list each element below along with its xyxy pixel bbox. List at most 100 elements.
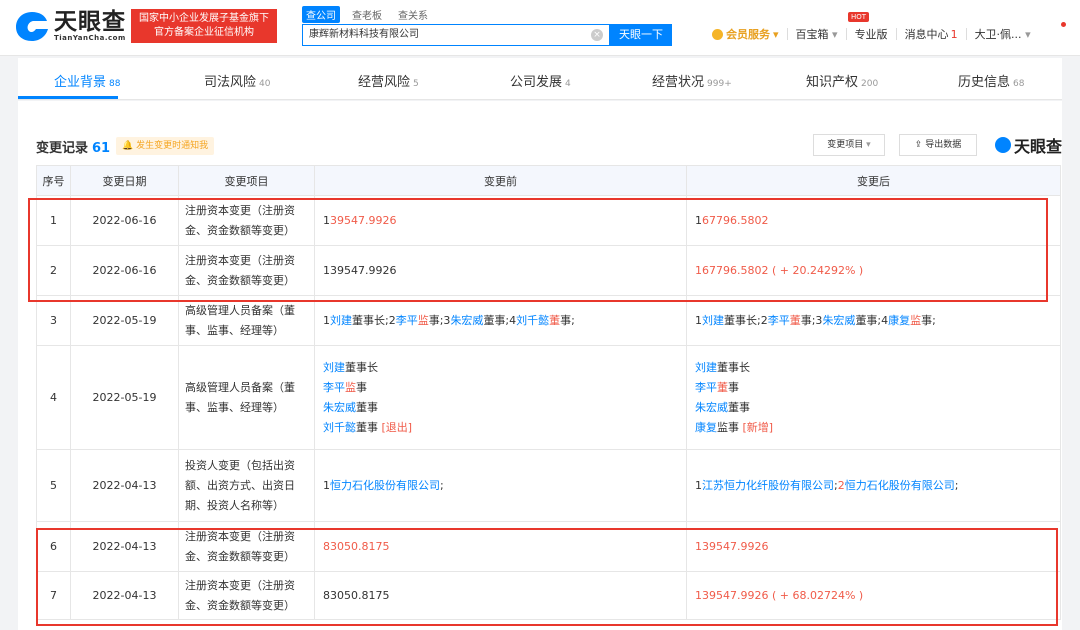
search-input-value: 康辉新材料科技有限公司 — [309, 29, 419, 40]
tab-label: 公司发展 — [510, 75, 563, 90]
entity-link[interactable]: 朱宏威 — [695, 401, 728, 414]
entity-link[interactable]: 刘千懿 — [516, 314, 549, 327]
search-tab-relation[interactable]: 查关系 — [394, 6, 432, 23]
crown-icon — [712, 28, 723, 40]
entity-link[interactable]: 李平 — [396, 314, 418, 327]
cell-text: 董事长 — [345, 360, 378, 374]
cell-text: 139547.9926 — [323, 263, 397, 277]
cell-after: 167796.5802 — [686, 195, 1061, 246]
message-center[interactable]: 消息中心 1 — [905, 26, 958, 42]
cell-text: 67796.5802 — [702, 213, 769, 227]
filter-label: 变更项目 — [827, 140, 864, 150]
cell-text: ; — [440, 478, 444, 492]
cell-text: 监 — [910, 313, 922, 327]
entity-link[interactable]: 恒力石化股份有限公司 — [845, 479, 955, 492]
search-input[interactable]: 康辉新材料科技有限公司 × — [302, 24, 610, 46]
entity-link[interactable]: 刘建 — [330, 314, 352, 327]
divider — [786, 28, 788, 40]
table-row: 5 2022-04-13 投资人变更（包括出资额、出资方式、出资日期、投资人名称等）… — [36, 449, 1061, 522]
entity-link[interactable]: 康复 — [888, 314, 910, 327]
top-header: 天眼查 TianYanCha.com 国家中小企业发展子基金旗下 官方备案企业征… — [0, 0, 1080, 56]
entity-link[interactable]: 李平 — [323, 381, 345, 394]
company-tabs: 企业背景 88 司法风险 40 经营风险 5 公司发展 4 经营状况 999+ 知识产权 2… — [18, 58, 1062, 100]
pro-link[interactable]: 专业版 — [855, 26, 888, 42]
table-row: 4 2022-05-19 高级管理人员备案（董事、监事、经理等） 刘建董事长 李平监事朱… — [36, 345, 1061, 450]
cell-before: 1恒力石化股份有限公司; — [314, 449, 687, 522]
cell-index: 5 — [36, 449, 71, 522]
cell-change-item: 注册资本变更（注册资金、资金数额等变更） — [178, 245, 315, 296]
cell-text: ; — [954, 478, 959, 492]
cell-change-item: 注册资本变更（注册资金、资金数额等变更） — [178, 521, 315, 572]
cell-line: 83050.8175 — [323, 537, 678, 557]
cell-line: 139547.9926 — [323, 261, 678, 281]
table-row: 2 2022-06-16 注册资本变更（注册资金、资金数额等变更） 139547.99… — [36, 245, 1061, 296]
table-body: 1 2022-06-16 注册资本变更（注册资金、资金数额等变更） 139547.99… — [36, 195, 1061, 620]
divider — [965, 28, 967, 40]
tab-count: 40 — [259, 79, 271, 89]
cell-before: 刘建董事长 李平监事 朱宏威董事 刘千懿董事 [退出] — [314, 345, 687, 450]
entity-link[interactable]: 江苏恒力化纤股份有限公司 — [702, 479, 834, 492]
notify-button[interactable]: 🔔 发生变更时通知我 — [116, 137, 215, 155]
entity-link[interactable]: 朱宏威 — [450, 314, 483, 327]
entity-link[interactable]: 康复 — [695, 421, 717, 434]
cell-date: 2022-04-13 — [70, 571, 179, 620]
cell-after: 139547.9926 — [686, 521, 1061, 572]
tab-history[interactable]: 历史信息 68 — [958, 71, 1024, 90]
entity-link[interactable]: 刘建 — [323, 361, 345, 374]
cell-text: [新增] — [742, 420, 774, 434]
tab-count: 200 — [861, 79, 879, 89]
gov-badge-line2: 官方备案企业征信机构 — [154, 27, 254, 38]
cell-text: 事;3 — [800, 313, 823, 327]
search-tab-company[interactable]: 查公司 — [302, 6, 340, 23]
active-tab-indicator — [18, 96, 118, 99]
change-type-filter[interactable]: 变更项目 ▾ — [813, 134, 885, 156]
cell-text: 董 — [789, 313, 801, 327]
cell-line: 李平监事 — [323, 378, 678, 398]
tab-operations[interactable]: 经营状况 999+ — [652, 71, 732, 90]
cell-text: 83050.8175 — [323, 588, 390, 602]
entity-link[interactable]: 朱宏威 — [323, 401, 356, 414]
search-tab-boss[interactable]: 查老板 — [348, 6, 386, 23]
cell-line: 139547.9926 ( + 68.02724% ) — [695, 586, 1052, 606]
user-menu[interactable]: 大卫·佩... ▾ — [975, 26, 1031, 42]
cell-change-item: 高级管理人员备案（董事、监事、经理等） — [178, 345, 315, 450]
cell-line: 康复监事 [新增] — [695, 418, 1052, 438]
entity-link[interactable]: 朱宏威 — [822, 314, 855, 327]
cell-text: 139547.9926 — [695, 539, 769, 553]
tab-background[interactable]: 企业背景 88 — [54, 71, 120, 90]
cell-line: 朱宏威董事 — [323, 398, 678, 418]
entity-link[interactable]: 刘建 — [695, 361, 717, 374]
site-logo[interactable]: 天眼查 TianYanCha.com — [14, 9, 126, 43]
baibao-menu[interactable]: 百宝箱 ▾ — [796, 26, 838, 42]
entity-link[interactable]: 李平 — [695, 381, 717, 394]
clear-icon[interactable]: × — [591, 29, 603, 41]
cell-text: 董事 — [356, 400, 378, 414]
cell-before: 139547.9926 — [314, 245, 687, 296]
entity-link[interactable]: 刘千懿 — [323, 421, 356, 434]
cell-change-item: 注册资本变更（注册资金、资金数额等变更） — [178, 571, 315, 620]
cell-text: 监 — [345, 380, 356, 394]
tab-development[interactable]: 公司发展 4 — [510, 71, 571, 90]
cell-after: 139547.9926 ( + 68.02724% ) — [686, 571, 1061, 620]
cell-text: 事 — [728, 380, 739, 394]
cell-after: 1刘建董事长;2李平董事;3朱宏威董事;4康复监事; — [686, 295, 1061, 346]
entity-link[interactable]: 恒力石化股份有限公司 — [330, 479, 440, 492]
cell-date: 2022-05-19 — [70, 295, 179, 346]
vip-label: 会员服务 — [726, 28, 770, 41]
export-button[interactable]: ⇪ 导出数据 — [899, 134, 977, 156]
tab-business-risk[interactable]: 经营风险 5 — [358, 71, 419, 90]
tab-legal-risk[interactable]: 司法风险 40 — [204, 71, 270, 90]
search-button[interactable]: 天眼一下 — [610, 24, 672, 46]
watermark-logo: 天眼查 — [995, 133, 1062, 157]
tab-label: 知识产权 — [806, 75, 859, 90]
entity-link[interactable]: 刘建 — [702, 314, 724, 327]
tab-ip[interactable]: 知识产权 200 — [806, 71, 878, 90]
cell-text: 董事;4 — [855, 313, 889, 327]
user-name: 大卫·佩... — [974, 28, 1022, 41]
cell-text: 董事长;2 — [724, 313, 768, 327]
vip-menu[interactable]: 会员服务 ▾ — [712, 26, 779, 42]
cell-change-item: 高级管理人员备案（董事、监事、经理等） — [178, 295, 315, 346]
chevron-down-icon: ▾ — [832, 28, 838, 41]
cell-line: 刘建董事长 — [695, 358, 1052, 378]
entity-link[interactable]: 李平 — [768, 314, 790, 327]
